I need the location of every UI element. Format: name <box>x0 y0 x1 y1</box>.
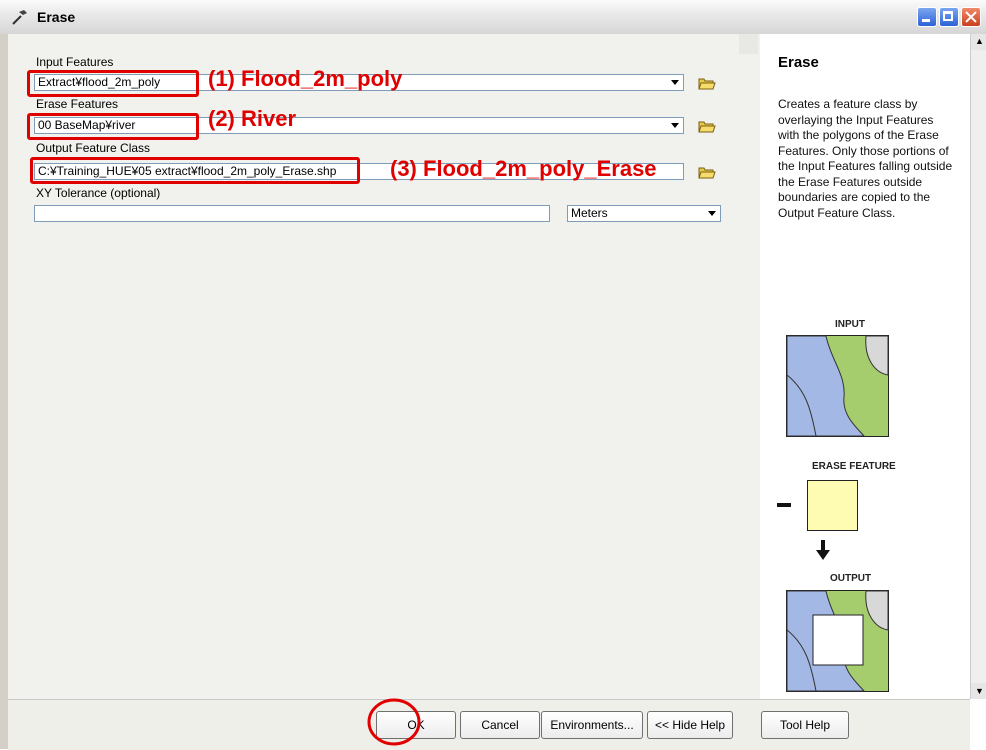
chevron-down-icon[interactable] <box>705 207 719 220</box>
chevron-down-icon[interactable] <box>668 76 682 89</box>
tool-help-button[interactable]: Tool Help <box>761 711 849 739</box>
hide-help-button[interactable]: << Hide Help <box>647 711 733 739</box>
chevron-down-icon[interactable] <box>668 119 682 132</box>
window-title: Erase <box>37 9 76 25</box>
annotation-3: (3) Flood_2m_poly_Erase <box>390 156 657 181</box>
close-button[interactable] <box>961 7 981 27</box>
window-border <box>0 34 8 749</box>
output-diagram <box>786 590 889 692</box>
help-title: Erase <box>778 54 819 71</box>
input-diagram <box>786 335 889 437</box>
cancel-button[interactable]: Cancel <box>460 711 540 739</box>
minimize-button[interactable] <box>917 7 937 27</box>
xy-tolerance-units-value: Meters <box>571 206 608 220</box>
hammer-icon <box>12 10 27 25</box>
diagram-output-label: OUTPUT <box>830 573 872 584</box>
highlight-input-features <box>27 70 199 97</box>
erase-features-label: Erase Features <box>36 97 119 111</box>
scroll-up-button[interactable]: ▲ <box>971 34 986 50</box>
environments-button[interactable]: Environments... <box>541 711 643 739</box>
title-bar: Erase <box>0 0 986 35</box>
highlight-output-feature-class <box>30 157 360 184</box>
scroll-down-button[interactable]: ▼ <box>971 683 986 699</box>
output-feature-class-label: Output Feature Class <box>36 141 151 155</box>
xy-tolerance-input[interactable] <box>34 205 550 222</box>
input-features-label: Input Features <box>36 55 114 69</box>
erase-feature-diagram <box>777 480 858 531</box>
open-folder-icon[interactable] <box>697 73 717 93</box>
open-folder-icon[interactable] <box>697 162 717 182</box>
xy-tolerance-units-select[interactable]: Meters <box>567 205 721 222</box>
highlight-erase-features <box>27 113 199 140</box>
annotation-1: (1) Flood_2m_poly <box>208 66 403 91</box>
pane-scroll-corner <box>739 34 758 54</box>
xy-tolerance-label: XY Tolerance (optional) <box>36 186 161 200</box>
open-folder-icon[interactable] <box>697 116 717 136</box>
help-description: Creates a feature class by overlaying th… <box>778 97 953 220</box>
arrow-down-icon <box>816 540 830 560</box>
annotation-2: (2) River <box>208 106 297 131</box>
highlight-ok-circle <box>367 698 421 746</box>
help-scrollbar[interactable]: ▲ ▼ <box>970 34 986 699</box>
diagram-input-label: INPUT <box>835 319 865 330</box>
diagram-erase-label: ERASE FEATURE <box>812 461 896 472</box>
maximize-button[interactable] <box>939 7 959 27</box>
